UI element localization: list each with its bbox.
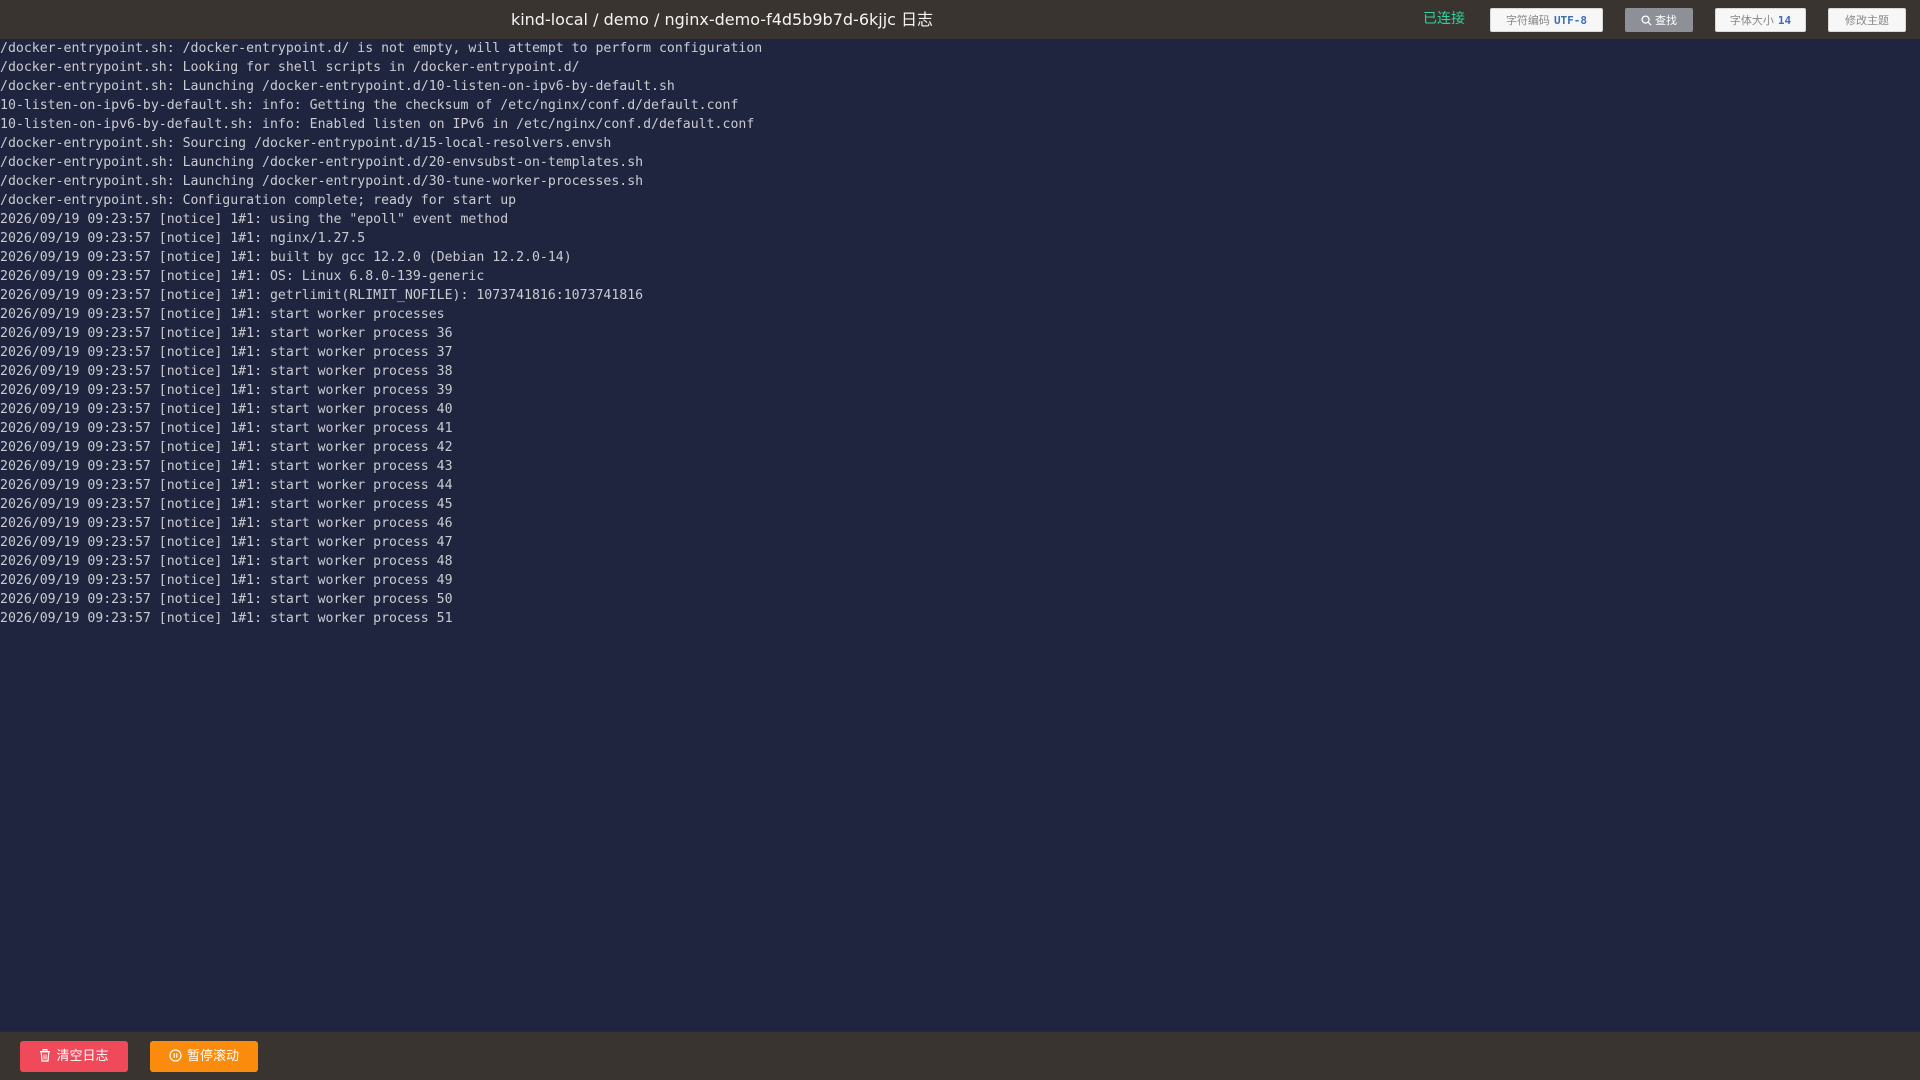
log-line: /docker-entrypoint.sh: Launching /docker… [0, 79, 675, 94]
log-line: /docker-entrypoint.sh: Configuration com… [0, 193, 517, 208]
log-line: /docker-entrypoint.sh: Launching /docker… [0, 174, 644, 189]
pause-scroll-button[interactable]: 暂停滚动 [150, 1041, 258, 1072]
top-toolbar: kind-local / demo / nginx-demo-f4d5b9b7d… [0, 0, 1920, 39]
log-output[interactable]: /docker-entrypoint.sh: /docker-entrypoin… [0, 39, 1920, 1031]
search-icon [1641, 15, 1652, 26]
log-line: 2026/09/19 09:23:57 [notice] 1#1: start … [0, 440, 453, 455]
log-line: /docker-entrypoint.sh: Launching /docker… [0, 155, 644, 170]
log-line: 2026/09/19 09:23:57 [notice] 1#1: start … [0, 421, 453, 436]
log-line: /docker-entrypoint.sh: Sourcing /docker-… [0, 136, 612, 151]
theme-button[interactable]: 修改主题 [1828, 8, 1906, 32]
log-line: 10-listen-on-ipv6-by-default.sh: info: G… [0, 98, 739, 113]
log-line: 2026/09/19 09:23:57 [notice] 1#1: start … [0, 611, 453, 626]
log-line: 2026/09/19 09:23:57 [notice] 1#1: start … [0, 592, 453, 607]
log-line: 10-listen-on-ipv6-by-default.sh: info: E… [0, 117, 755, 132]
log-line: 2026/09/19 09:23:57 [notice] 1#1: start … [0, 554, 453, 569]
encoding-label: 字符编码 [1505, 14, 1550, 27]
font-size-button[interactable]: 字体大小 14 [1715, 8, 1806, 32]
log-line: 2026/09/19 09:23:57 [notice] 1#1: using … [0, 212, 509, 227]
log-line: 2026/09/19 09:23:57 [notice] 1#1: start … [0, 478, 453, 493]
log-line: /docker-entrypoint.sh: /docker-entrypoin… [0, 41, 763, 56]
pause-scroll-label: 暂停滚动 [186, 1049, 239, 1064]
log-line: 2026/09/19 09:23:57 [notice] 1#1: OS: Li… [0, 269, 485, 284]
log-line: 2026/09/19 09:23:57 [notice] 1#1: start … [0, 459, 453, 474]
theme-label: 修改主题 [1845, 14, 1889, 27]
search-button[interactable]: 查找 [1625, 8, 1693, 32]
log-line: 2026/09/19 09:23:57 [notice] 1#1: start … [0, 307, 445, 322]
encoding-value: UTF-8 [1553, 14, 1588, 27]
clear-log-button[interactable]: 清空日志 [20, 1041, 128, 1072]
log-line: 2026/09/19 09:23:57 [notice] 1#1: start … [0, 345, 453, 360]
log-line: 2026/09/19 09:23:57 [notice] 1#1: built … [0, 250, 572, 265]
search-label: 查找 [1655, 14, 1677, 27]
trash-icon [40, 1049, 51, 1062]
pause-circle-icon [169, 1049, 182, 1062]
log-line: /docker-entrypoint.sh: Looking for shell… [0, 60, 580, 75]
log-line: 2026/09/19 09:23:57 [notice] 1#1: nginx/… [0, 231, 366, 246]
log-line: 2026/09/19 09:23:57 [notice] 1#1: getrli… [0, 288, 644, 303]
log-line: 2026/09/19 09:23:57 [notice] 1#1: start … [0, 497, 453, 512]
encoding-button[interactable]: 字符编码 UTF-8 [1490, 8, 1603, 32]
page-title: kind-local / demo / nginx-demo-f4d5b9b7d… [510, 10, 934, 29]
font-size-label: 字体大小 [1729, 14, 1774, 27]
bottom-toolbar: 清空日志 暂停滚动 [0, 1031, 1920, 1080]
log-line: 2026/09/19 09:23:57 [notice] 1#1: start … [0, 364, 453, 379]
font-size-value: 14 [1777, 14, 1792, 27]
log-line: 2026/09/19 09:23:57 [notice] 1#1: start … [0, 535, 453, 550]
log-line: 2026/09/19 09:23:57 [notice] 1#1: start … [0, 326, 453, 341]
log-line: 2026/09/19 09:23:57 [notice] 1#1: start … [0, 573, 453, 588]
log-line: 2026/09/19 09:23:57 [notice] 1#1: start … [0, 383, 453, 398]
clear-log-label: 清空日志 [56, 1049, 109, 1064]
log-line: 2026/09/19 09:23:57 [notice] 1#1: start … [0, 402, 453, 417]
connection-status: 已连接 [1423, 11, 1465, 27]
log-line: 2026/09/19 09:23:57 [notice] 1#1: start … [0, 516, 453, 531]
